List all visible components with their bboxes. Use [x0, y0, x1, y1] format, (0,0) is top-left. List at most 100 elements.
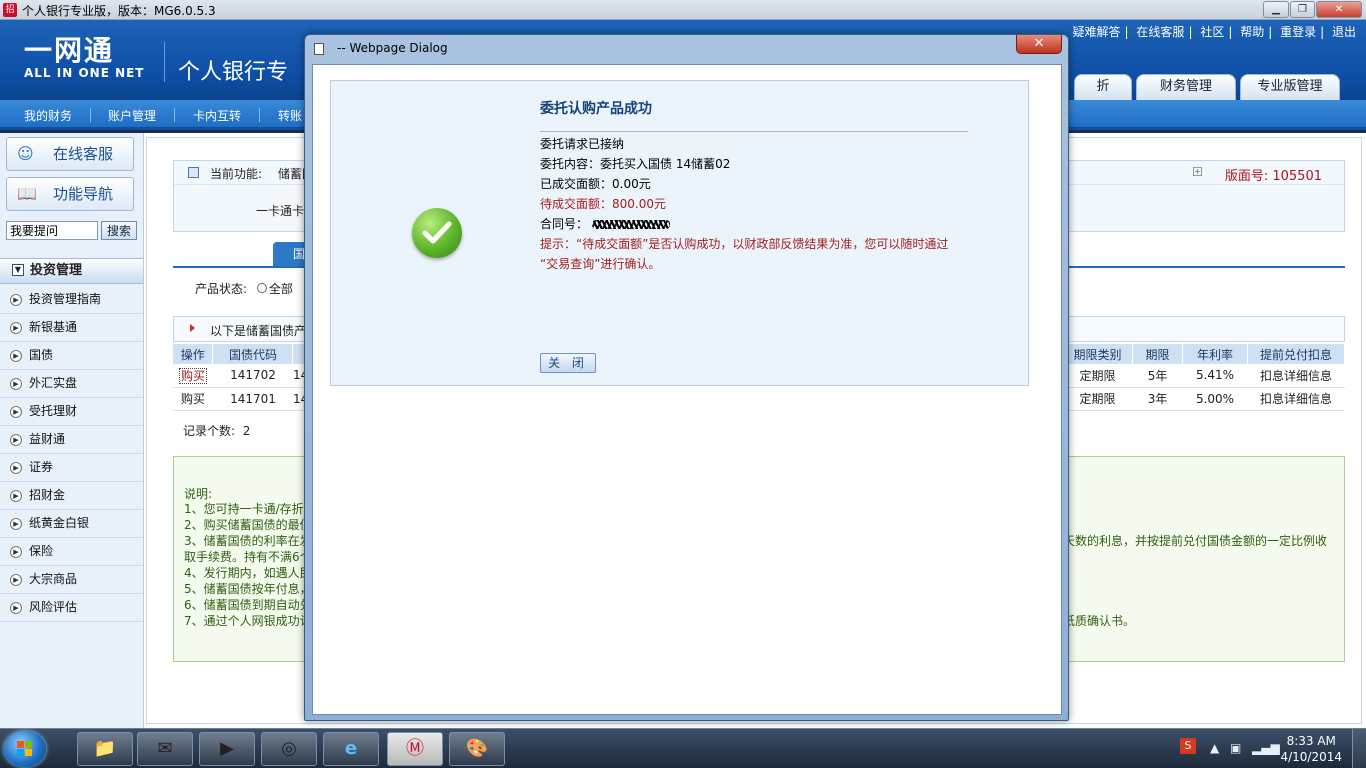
- col-term-type: 期限类别: [1062, 344, 1134, 364]
- sidebar-item-label: 证券: [29, 460, 54, 474]
- note-line-right: 纸质确认书。: [1063, 614, 1136, 628]
- network-icon[interactable]: ▣: [1230, 741, 1241, 755]
- menu-card-transfer[interactable]: 卡内互转: [193, 107, 241, 124]
- sidebar-item-securities[interactable]: ▶ 证券: [0, 454, 143, 482]
- bond-term-type: 定期限: [1062, 364, 1133, 388]
- done-amount-text: 已成交面额：0.00元: [540, 177, 651, 191]
- buy-link[interactable]: 购买: [173, 387, 213, 411]
- dialog-close-button[interactable]: ✕: [1016, 35, 1062, 54]
- sidebar-item-label: 大宗商品: [29, 572, 78, 586]
- status-option-label: 全部: [268, 282, 293, 296]
- note-line: 3、储蓄国债的利率在发: [184, 534, 312, 548]
- arrow-circle-icon: ▶: [10, 546, 22, 558]
- webpage-dialog: -- Webpage Dialog ✕ 委托认购产品成功 委托请求已接纳 委托内…: [304, 34, 1069, 721]
- show-desktop-button[interactable]: [1352, 729, 1366, 768]
- page-icon: [314, 43, 324, 55]
- note-line: 7、通过个人网银成功认: [184, 614, 312, 628]
- sidebar-item-label: 新银基通: [29, 320, 78, 334]
- bond-rate: 5.00%: [1182, 387, 1248, 411]
- internet-explorer-icon[interactable]: e: [323, 732, 379, 766]
- search-button[interactable]: 搜索: [101, 221, 137, 240]
- link-help[interactable]: 帮助: [1240, 25, 1264, 39]
- bond-code: 141701: [212, 387, 293, 411]
- buy-link[interactable]: 购买: [178, 367, 207, 384]
- tab-partial[interactable]: 折: [1074, 74, 1132, 100]
- note-line: 1、您可持一卡通/存折: [184, 502, 304, 516]
- contract-number: 合同号：: [540, 215, 671, 232]
- deduction-detail-link[interactable]: 扣息详细信息: [1247, 387, 1345, 411]
- sidebar-item-label: 外汇实盘: [29, 376, 78, 390]
- function-nav-label: 功能导航: [53, 185, 114, 203]
- tab-pro-management[interactable]: 专业版管理: [1240, 74, 1340, 100]
- sidebar-item-insurance[interactable]: ▶ 保险: [0, 538, 143, 566]
- sidebar-item-yicaitong[interactable]: ▶ 益财通: [0, 426, 143, 454]
- media-player-icon[interactable]: ▶: [199, 732, 255, 766]
- sidebar-item-paper-gold[interactable]: ▶ 纸黄金白银: [0, 510, 143, 538]
- bank-app-taskbar-icon[interactable]: Ⓜ: [387, 732, 443, 766]
- sidebar-section-investment[interactable]: ▼ 投资管理: [0, 258, 143, 284]
- arrow-circle-icon: ▶: [10, 462, 22, 474]
- result-panel: 委托认购产品成功 委托请求已接纳 委托内容：委托买入国债 14储蓄02 已成交面…: [330, 80, 1029, 386]
- online-service-button[interactable]: ☺ 在线客服: [6, 137, 134, 171]
- menu-my-finance[interactable]: 我的财务: [24, 107, 72, 124]
- sidebar-item-treasury[interactable]: ▶ 国债: [0, 342, 143, 370]
- windows-flag-icon: [17, 741, 32, 756]
- qq-icon[interactable]: ◎: [261, 732, 317, 766]
- version-number: 版面号: 105501: [1224, 169, 1322, 184]
- link-logout[interactable]: 退出: [1332, 25, 1356, 39]
- arrow-circle-icon: ▶: [10, 518, 22, 530]
- deduction-detail-link[interactable]: 扣息详细信息: [1247, 364, 1345, 388]
- col-operation: 操作: [173, 344, 214, 364]
- sidebar-item-forex[interactable]: ▶ 外汇实盘: [0, 370, 143, 398]
- sidebar-item-label: 招财金: [29, 488, 66, 502]
- function-nav-button[interactable]: 📖 功能导航: [6, 177, 134, 211]
- sidebar-item-zhaocaijin[interactable]: ▶ 招财金: [0, 482, 143, 510]
- paint-icon[interactable]: 🎨: [449, 732, 505, 766]
- signal-icon[interactable]: ▂▄▆: [1252, 741, 1280, 755]
- link-relogin[interactable]: 重登录: [1280, 25, 1316, 39]
- menu-account[interactable]: 账户管理: [108, 107, 156, 124]
- card-info-text: 一卡通卡: [256, 204, 305, 218]
- menu-separator: [174, 108, 175, 122]
- minimize-button[interactable]: ▁: [1263, 1, 1289, 18]
- logo-subtext: ALL IN ONE NET: [24, 66, 145, 80]
- ask-question-input[interactable]: [6, 221, 98, 240]
- sidebar-item-xinyinjitong[interactable]: ▶ 新银基通: [0, 314, 143, 342]
- explorer-icon[interactable]: 📁: [77, 732, 133, 766]
- maximize-button[interactable]: ❐: [1290, 1, 1315, 18]
- order-content-text: 委托内容：委托买入国债 14储蓄02: [540, 157, 731, 171]
- expand-icon[interactable]: +: [1193, 167, 1202, 176]
- link-online-service[interactable]: 在线客服: [1136, 25, 1184, 39]
- tray-expand-icon[interactable]: ▲: [1210, 741, 1219, 755]
- note-line: 2、购买储蓄国债的最低: [184, 518, 312, 532]
- result-heading: 委托认购产品成功: [540, 101, 652, 117]
- bond-term: 5年: [1132, 364, 1183, 388]
- arrow-circle-icon: ▶: [10, 294, 22, 306]
- status-radio-all[interactable]: [256, 283, 267, 293]
- note-line: 5、储蓄国债按年付息，: [184, 582, 312, 596]
- mail-icon[interactable]: ✉: [137, 732, 193, 766]
- close-button[interactable]: ✕: [1316, 1, 1362, 18]
- sidebar-item-risk[interactable]: ▶ 风险评估: [0, 594, 143, 622]
- sogou-icon[interactable]: S: [1180, 738, 1196, 754]
- system-tray: S ▲ ▣ ▂▄▆ 8:33 AM 4/10/2014: [1166, 729, 1366, 768]
- hint-line-1: 提示：“待成交面额”是否认购成功，以财政部反馈结果为准，您可以随时通过: [540, 237, 949, 251]
- menu-separator: [259, 108, 260, 122]
- link-faq[interactable]: 疑难解答: [1073, 25, 1121, 39]
- clock[interactable]: 8:33 AM 4/10/2014: [1280, 733, 1342, 765]
- clock-time: 8:33 AM: [1286, 734, 1336, 748]
- menu-transfer[interactable]: 转账: [278, 107, 302, 124]
- link-community[interactable]: 社区: [1200, 25, 1224, 39]
- sidebar-item-guide[interactable]: ▶ 投资管理指南: [0, 286, 143, 314]
- sidebar: ☺ 在线客服 📖 功能导航 搜索 ▼ 投资管理 ▶ 投资管理指南 ▶ 新银基通 ▶ 国…: [0, 133, 144, 728]
- note-line: 4、发行期内，如遇人民: [184, 566, 312, 580]
- sidebar-item-trust[interactable]: ▶ 受托理财: [0, 398, 143, 426]
- record-count: 记录个数: 2: [183, 424, 251, 438]
- dialog-close-action-button[interactable]: 关 闭: [540, 353, 596, 373]
- start-button[interactable]: [4, 731, 46, 767]
- request-accepted-text: 委托请求已接纳: [540, 137, 625, 151]
- app-titlebar: 招 个人银行专业版，版本：MG6.0.5.3 ▁ ❐ ✕: [0, 0, 1366, 20]
- tab-finance[interactable]: 财务管理: [1136, 74, 1236, 100]
- col-early-redemption: 提前兑付扣息: [1247, 344, 1345, 364]
- sidebar-item-commodities[interactable]: ▶ 大宗商品: [0, 566, 143, 594]
